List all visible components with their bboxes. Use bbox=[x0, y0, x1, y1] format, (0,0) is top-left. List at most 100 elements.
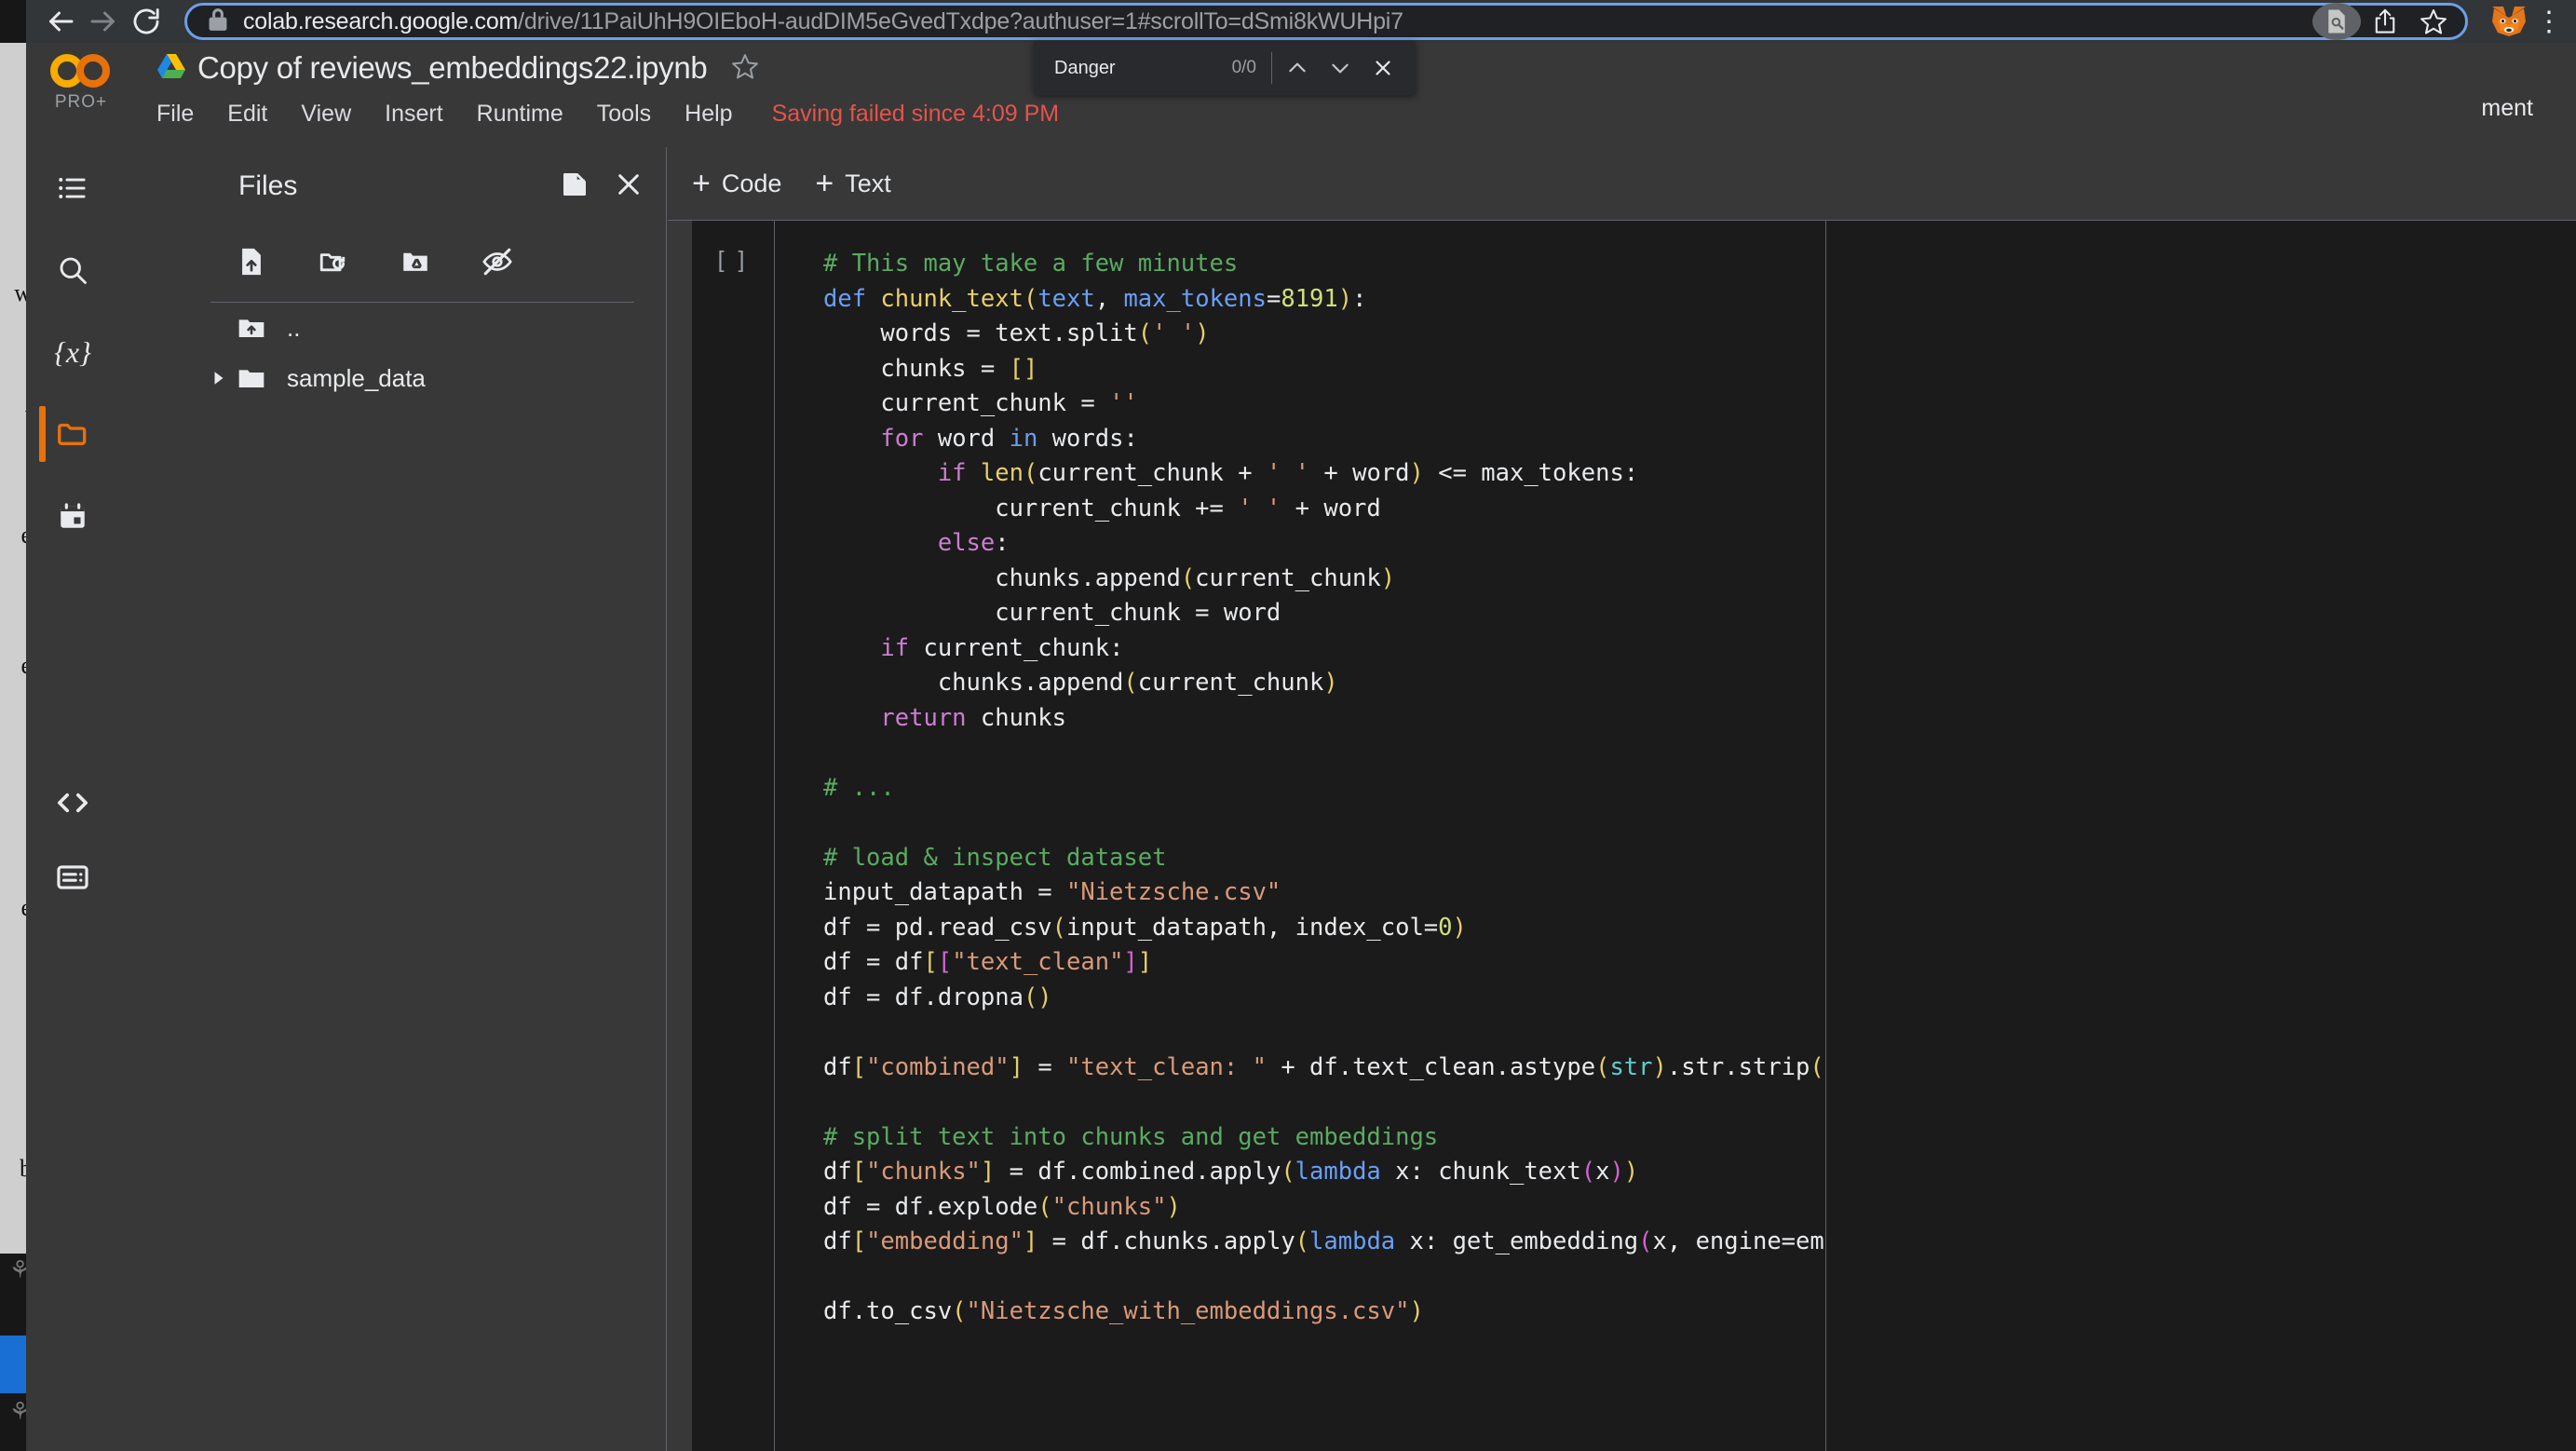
find-in-page-icon bbox=[2328, 9, 2345, 34]
page-title[interactable]: Copy of reviews_embeddings22.ipynb bbox=[197, 50, 708, 86]
code-line: chunks.append(current_chunk) bbox=[823, 563, 1396, 592]
find-match-count: 0/0 bbox=[1231, 58, 1256, 77]
files-panel-title: Files bbox=[238, 170, 298, 201]
close-icon bbox=[618, 173, 639, 195]
cell-right-padding bbox=[1826, 221, 2576, 1451]
add-code-cell-button[interactable]: + Code bbox=[692, 168, 781, 199]
folder-icon bbox=[58, 423, 87, 445]
notebook-title-row: Copy of reviews_embeddings22.ipynb bbox=[156, 50, 759, 86]
find-input[interactable]: Danger bbox=[1054, 58, 1232, 79]
code-line: df = pd.read_csv(input_datapath, index_c… bbox=[823, 913, 1467, 942]
menu-item-file[interactable]: File bbox=[156, 101, 194, 128]
code-line: df.to_csv("Nietzsche_with_embeddings.csv… bbox=[823, 1297, 1424, 1325]
left-icon-rail: {x} bbox=[26, 147, 119, 1451]
bookmark-button[interactable] bbox=[2409, 3, 2458, 40]
list-item-label: sample_data bbox=[287, 363, 426, 392]
refresh-folder-button[interactable] bbox=[292, 225, 374, 298]
menu-item-edit[interactable]: Edit bbox=[227, 101, 267, 128]
mount-drive-button[interactable] bbox=[374, 225, 456, 298]
cell-run-gutter[interactable]: [ ] bbox=[692, 221, 774, 1451]
menu-item-view[interactable]: View bbox=[301, 101, 351, 128]
list-item[interactable]: .. bbox=[119, 303, 666, 353]
menu-item-tools[interactable]: Tools bbox=[597, 101, 651, 128]
open-in-new-icon bbox=[563, 172, 586, 196]
code-line: current_chunk = '' bbox=[823, 389, 1138, 417]
list-item-label: .. bbox=[287, 313, 301, 342]
code-line: return chunks bbox=[880, 703, 1067, 732]
menu-ellipsis-icon[interactable]: ⋮ bbox=[2535, 6, 2563, 38]
colab-page: PRO+ Copy of reviews_embeddings22.ipynb bbox=[26, 43, 2576, 1451]
code-line: chunks.append(current_chunk) bbox=[823, 669, 1338, 697]
colab-logo[interactable]: PRO+ bbox=[43, 50, 119, 113]
files-panel-close-button[interactable] bbox=[614, 170, 644, 204]
menu-item-insert[interactable]: Insert bbox=[385, 101, 443, 128]
variables-icon: {x} bbox=[54, 334, 91, 369]
file-upload-icon bbox=[242, 248, 261, 276]
code-line: # load & inspect dataset bbox=[823, 843, 1167, 872]
sidebar-item-secrets[interactable] bbox=[26, 475, 119, 557]
code-editor[interactable]: # This may take a few minutes def chunk_t… bbox=[774, 221, 1826, 1451]
address-bar[interactable]: colab.research.google.com/drive/11PaiUhH… bbox=[184, 3, 2468, 40]
metamask-fox-icon[interactable] bbox=[2488, 1, 2529, 42]
list-item[interactable]: sample_data bbox=[119, 353, 666, 403]
add-code-label: Code bbox=[721, 169, 782, 197]
sidebar-item-table-of-contents[interactable] bbox=[26, 147, 119, 229]
eye-off-icon bbox=[482, 248, 512, 276]
code-line: # split text into chunks and get embeddi… bbox=[823, 1122, 1439, 1151]
share-button[interactable] bbox=[2361, 3, 2409, 40]
back-button[interactable] bbox=[39, 0, 82, 43]
sidebar-item-code-snippets[interactable] bbox=[26, 762, 119, 844]
url-path: /drive/11PaiUhH9OIEboH-audDIM5eGvedTxdpe… bbox=[518, 7, 1403, 34]
add-text-label: Text bbox=[845, 169, 891, 197]
drive-mount-icon bbox=[403, 252, 427, 271]
add-text-cell-button[interactable]: + Text bbox=[815, 168, 890, 199]
files-panel: Files .. sample_data bbox=[119, 147, 667, 1451]
chevron-down-icon bbox=[1332, 63, 1349, 74]
divider bbox=[1271, 52, 1272, 84]
cell-toolbar: + Code + Text bbox=[668, 147, 2576, 220]
browser-toolbar: colab.research.google.com/drive/11PaiUhH… bbox=[26, 0, 2576, 43]
files-panel-toolbar bbox=[119, 225, 666, 298]
search-icon bbox=[60, 257, 87, 284]
reload-icon bbox=[133, 8, 159, 34]
find-in-page-button[interactable] bbox=[2312, 3, 2361, 40]
code-cell: [ ] # This may take a few minutes def chu… bbox=[692, 221, 2576, 1451]
code-line: chunks = [] bbox=[823, 354, 1038, 383]
chevron-right-icon[interactable] bbox=[210, 370, 237, 386]
code-line: # ... bbox=[823, 773, 895, 802]
code-line: df = df.explode("chunks") bbox=[823, 1192, 1181, 1221]
open-in-new-button[interactable] bbox=[560, 170, 590, 204]
sidebar-item-terminal[interactable] bbox=[26, 836, 119, 918]
comment-button[interactable]: ment bbox=[2481, 95, 2533, 122]
sidebar-item-search[interactable] bbox=[26, 229, 119, 311]
code-line: df["chunks"] = df.combined.apply(lambda … bbox=[823, 1158, 1639, 1186]
menu-item-help[interactable]: Help bbox=[685, 101, 732, 128]
find-close-button[interactable] bbox=[1362, 47, 1404, 89]
arrow-right-icon bbox=[90, 11, 115, 32]
find-bar: Danger 0/0 bbox=[1034, 41, 1416, 95]
list-icon bbox=[59, 178, 86, 198]
url-text: colab.research.google.com/drive/11PaiUhH… bbox=[243, 8, 2312, 35]
terminal-icon bbox=[57, 865, 88, 889]
forward-button[interactable] bbox=[82, 0, 125, 43]
find-next-button[interactable] bbox=[1319, 47, 1362, 89]
code-line: df["combined"] = "text_clean: " + df.tex… bbox=[823, 1052, 1825, 1081]
star-outline-icon[interactable] bbox=[731, 52, 759, 85]
folder-up-icon bbox=[237, 314, 279, 342]
folder-icon bbox=[237, 364, 279, 392]
sidebar-item-variables[interactable]: {x} bbox=[26, 311, 119, 393]
reload-button[interactable] bbox=[125, 0, 168, 43]
code-line: df = df[["text_clean"]] bbox=[823, 948, 1153, 976]
star-outline-icon bbox=[2420, 9, 2447, 34]
run-button[interactable]: [ ] bbox=[692, 247, 774, 274]
sidebar-item-files[interactable] bbox=[26, 393, 119, 475]
code-line: def chunk_text(text, max_tokens=8191): bbox=[823, 284, 1367, 313]
toggle-hidden-files-button[interactable] bbox=[456, 225, 538, 298]
upload-button[interactable] bbox=[210, 225, 292, 298]
extensions-area: ⋮ bbox=[2479, 1, 2563, 42]
find-previous-button[interactable] bbox=[1276, 47, 1319, 89]
code-line: input_datapath = "Nietzsche.csv" bbox=[823, 878, 1281, 906]
menu-item-runtime[interactable]: Runtime bbox=[477, 101, 563, 128]
